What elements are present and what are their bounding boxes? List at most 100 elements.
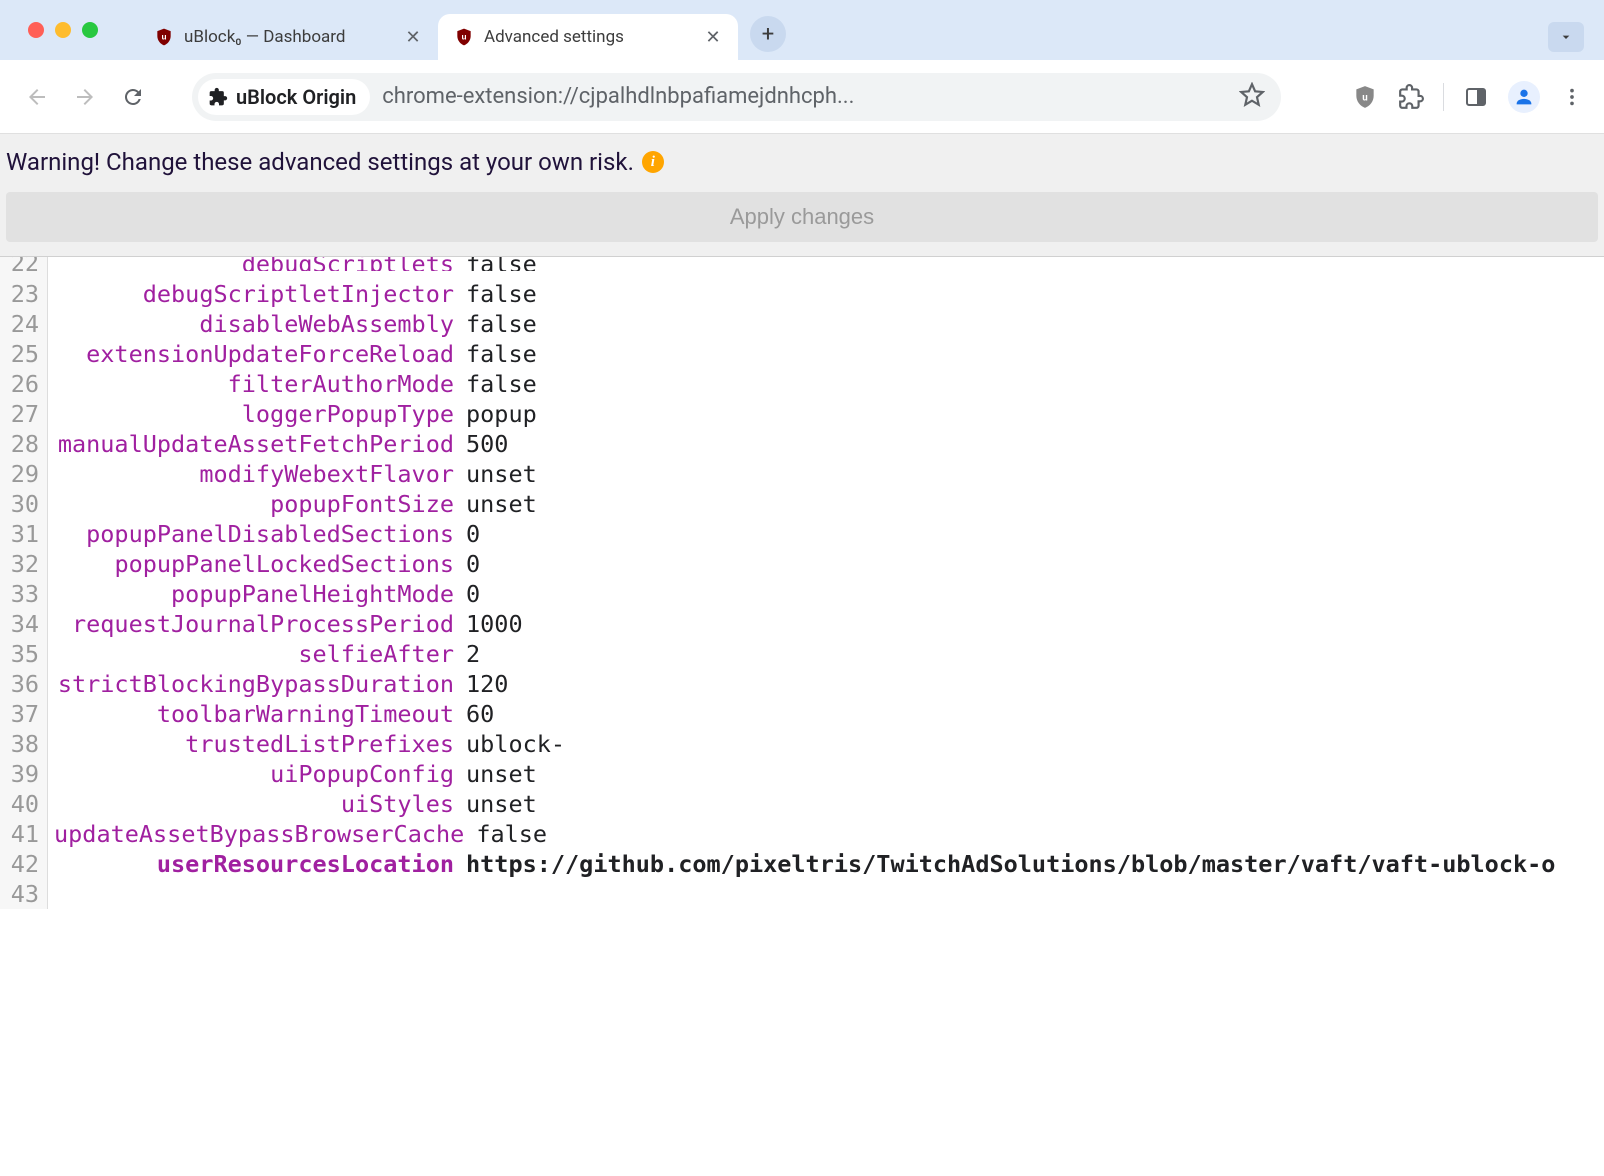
close-tab-icon[interactable]: ✕ — [704, 28, 722, 46]
tab-title: uBlock₀ — Dashboard — [184, 27, 394, 47]
code-line[interactable]: strictBlockingBypassDuration 120 — [54, 669, 1555, 699]
code-line[interactable]: updateAssetBypassBrowserCache false — [54, 819, 1555, 849]
code-line[interactable]: popupPanelDisabledSections0 — [54, 519, 1555, 549]
setting-value: false — [466, 279, 537, 309]
line-number: 40 — [6, 789, 39, 819]
code-line[interactable]: manualUpdateAssetFetchPeriod500 — [54, 429, 1555, 459]
setting-key: debugScriptletInjector — [54, 279, 454, 309]
setting-key: popupPanelLockedSections — [54, 549, 454, 579]
line-number: 35 — [6, 639, 39, 669]
setting-key: updateAssetBypassBrowserCache — [54, 819, 464, 849]
line-number: 31 — [6, 519, 39, 549]
setting-key: trustedListPrefixes — [54, 729, 454, 759]
setting-value: ublock- — [466, 729, 565, 759]
toolbar-separator — [1443, 83, 1444, 111]
tab-advanced-settings[interactable]: u Advanced settings ✕ — [438, 14, 738, 60]
kebab-menu-icon[interactable] — [1558, 83, 1586, 111]
line-number: 38 — [6, 729, 39, 759]
site-name: uBlock Origin — [236, 85, 356, 109]
line-number: 24 — [6, 309, 39, 339]
site-identity-chip[interactable]: uBlock Origin — [198, 79, 370, 115]
code-line[interactable]: debugScriptletInjector false — [54, 279, 1555, 309]
code-editor[interactable]: 2223242526272829303132333435363738394041… — [0, 256, 1604, 1176]
line-number: 32 — [6, 549, 39, 579]
code-line[interactable]: loggerPopupType popup — [54, 399, 1555, 429]
setting-value: 60 — [466, 699, 494, 729]
setting-key: requestJournalProcessPeriod — [54, 609, 454, 639]
line-number: 28 — [6, 429, 39, 459]
code-line[interactable]: disableWebAssemblyfalse — [54, 309, 1555, 339]
side-panel-icon[interactable] — [1462, 83, 1490, 111]
address-bar[interactable]: uBlock Origin chrome-extension://cjpalhd… — [192, 73, 1281, 121]
code-line[interactable]: userResourcesLocationhttps://github.com/… — [54, 849, 1555, 879]
setting-key: disableWebAssembly — [54, 309, 454, 339]
code-line[interactable]: popupPanelHeightMode0 — [54, 579, 1555, 609]
line-number: 39 — [6, 759, 39, 789]
line-number: 41 — [6, 819, 39, 849]
code-line[interactable]: extensionUpdateForceReloadfalse — [54, 339, 1555, 369]
setting-value: unset — [466, 459, 537, 489]
setting-key — [54, 879, 454, 909]
line-number: 34 — [6, 609, 39, 639]
back-button[interactable] — [18, 78, 56, 116]
new-tab-button[interactable]: + — [750, 16, 786, 52]
code-line[interactable]: trustedListPrefixes ublock- — [54, 729, 1555, 759]
setting-key: userResourcesLocation — [54, 849, 454, 879]
setting-value: 0 — [466, 519, 480, 549]
close-window-button[interactable] — [28, 22, 44, 38]
svg-text:u: u — [1362, 92, 1367, 103]
setting-value: unset — [466, 759, 537, 789]
tab-overflow-button[interactable] — [1548, 22, 1584, 52]
setting-key: loggerPopupType — [54, 399, 454, 429]
code-line[interactable] — [54, 879, 1555, 909]
line-number: 25 — [6, 339, 39, 369]
bookmark-star-icon[interactable] — [1239, 82, 1265, 112]
profile-avatar[interactable] — [1508, 81, 1540, 113]
svg-text:u: u — [161, 32, 166, 42]
toolbar-icons: u — [1351, 81, 1586, 113]
line-number: 30 — [6, 489, 39, 519]
setting-value: popup — [466, 399, 537, 429]
minimize-window-button[interactable] — [55, 22, 71, 38]
setting-key: popupPanelHeightMode — [54, 579, 454, 609]
setting-key: modifyWebextFlavor — [54, 459, 454, 489]
maximize-window-button[interactable] — [82, 22, 98, 38]
reload-button[interactable] — [114, 78, 152, 116]
line-number: 42 — [6, 849, 39, 879]
setting-value: false — [466, 256, 537, 271]
line-number: 37 — [6, 699, 39, 729]
code-content[interactable]: debugScriptletsfalse debugScriptletInject… — [48, 257, 1555, 909]
setting-value: 120 — [466, 669, 508, 699]
code-line[interactable]: filterAuthorModefalse — [54, 369, 1555, 399]
code-line[interactable]: requestJournalProcessPeriod 1000 — [54, 609, 1555, 639]
info-icon[interactable]: i — [642, 151, 664, 173]
code-line[interactable]: debugScriptletsfalse — [54, 256, 1555, 271]
code-line[interactable]: popupFontSizeunset — [54, 489, 1555, 519]
setting-value: false — [476, 819, 547, 849]
code-line[interactable]: selfieAfter2 — [54, 639, 1555, 669]
forward-button[interactable] — [66, 78, 104, 116]
code-line[interactable]: modifyWebextFlavor unset — [54, 459, 1555, 489]
setting-value: 1000 — [466, 609, 523, 639]
setting-value: 0 — [466, 549, 480, 579]
setting-key: strictBlockingBypassDuration — [54, 669, 454, 699]
ublock-toolbar-icon[interactable]: u — [1351, 83, 1379, 111]
setting-key: uiStyles — [54, 789, 454, 819]
code-line[interactable]: popupPanelLockedSections 0 — [54, 549, 1555, 579]
setting-key: popupFontSize — [54, 489, 454, 519]
window-controls — [28, 22, 98, 38]
line-number: 43 — [6, 879, 39, 909]
code-line[interactable]: uiPopupConfigunset — [54, 759, 1555, 789]
tab-dashboard[interactable]: u uBlock₀ — Dashboard ✕ — [138, 14, 438, 60]
setting-value: false — [466, 339, 537, 369]
close-tab-icon[interactable]: ✕ — [404, 28, 422, 46]
line-number: 29 — [6, 459, 39, 489]
extensions-icon[interactable] — [1397, 83, 1425, 111]
address-bar-row: uBlock Origin chrome-extension://cjpalhd… — [0, 60, 1604, 134]
apply-changes-button[interactable]: Apply changes — [6, 192, 1598, 242]
code-line[interactable]: toolbarWarningTimeout60 — [54, 699, 1555, 729]
browser-tab-strip: u uBlock₀ — Dashboard ✕ u Advanced setti… — [0, 0, 1604, 60]
line-number: 23 — [6, 279, 39, 309]
setting-value: 500 — [466, 429, 508, 459]
code-line[interactable]: uiStylesunset — [54, 789, 1555, 819]
